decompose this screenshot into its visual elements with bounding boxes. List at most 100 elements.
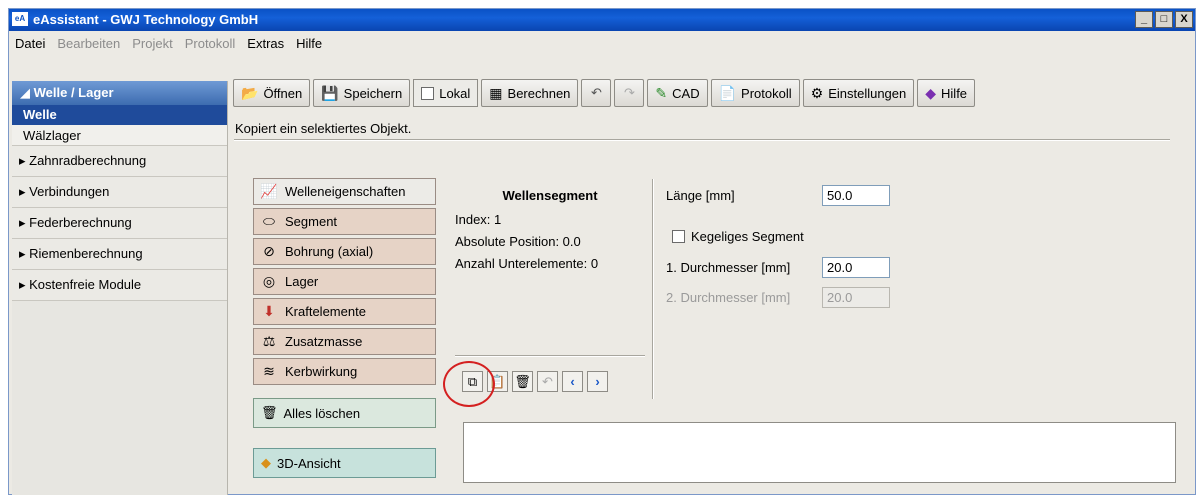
window-controls: _ □ X: [1135, 11, 1193, 28]
bearing-icon: ◎: [262, 273, 276, 289]
category-label: Kostenfreie Module: [29, 277, 142, 292]
element-buttons: 📈 Welleneigenschaften ⬭ Segment ⊘ Bohrung (…: [253, 178, 436, 388]
sidebar-category-verbindungen[interactable]: ▸ Verbindungen: [12, 177, 227, 208]
conical-checkbox[interactable]: Kegeliges Segment: [672, 229, 804, 244]
menu-projekt[interactable]: Projekt: [126, 36, 178, 51]
button-label: Welleneigenschaften: [285, 184, 406, 199]
bore-icon: ⊘: [263, 243, 275, 259]
undo-icon[interactable]: ↶: [537, 371, 558, 392]
open-label: Öffnen: [263, 85, 303, 101]
help-book-icon: ◆: [925, 84, 937, 101]
segment-abs-position: Absolute Position: 0.0: [455, 234, 581, 249]
button-label: Kerbwirkung: [285, 364, 358, 379]
segment-index: Index: 1: [455, 212, 502, 227]
length-label: Länge [mm]: [666, 188, 735, 203]
protocol-button[interactable]: 📄 Protokoll: [710, 79, 800, 107]
undo-button[interactable]: ↶: [581, 79, 612, 107]
button-label: Bohrung (axial): [285, 244, 374, 259]
zusatzmasse-button[interactable]: ⚖ Zusatzmasse: [253, 328, 436, 355]
app-icon: eA: [12, 12, 28, 26]
button-label: Zusatzmasse: [285, 334, 363, 349]
settings-button[interactable]: ⚙ Einstellungen: [802, 79, 915, 107]
trash-icon: 🗑: [261, 405, 278, 420]
chart-icon: 📈: [260, 183, 278, 199]
sidebar-category-feder[interactable]: ▸ Federberechnung: [12, 208, 227, 239]
next-icon[interactable]: ›: [587, 371, 608, 392]
title-bar: eA eAssistant - GWJ Technology GmbH _ □ …: [9, 9, 1195, 31]
settings-label: Einstellungen: [828, 85, 907, 101]
help-button[interactable]: ◆ Hilfe: [917, 79, 976, 107]
local-checkbox[interactable]: Lokal: [413, 79, 479, 107]
sidebar: ◢ Welle / Lager Welle Wälzlager ▸ Zahnra…: [12, 81, 228, 495]
3d-view-button[interactable]: ◆ 3D-Ansicht: [253, 448, 436, 478]
save-label: Speichern: [343, 85, 403, 101]
protocol-label: Protokoll: [741, 85, 792, 101]
calculate-label: Berechnen: [507, 85, 571, 101]
diameter1-field[interactable]: 20.0: [822, 257, 890, 278]
length-field[interactable]: 50.0: [822, 185, 890, 206]
welleneigenschaften-button[interactable]: 📈 Welleneigenschaften: [253, 178, 436, 205]
button-label: Kraftelemente: [285, 304, 366, 319]
document-icon: 📄: [718, 84, 737, 101]
maximize-button[interactable]: □: [1155, 11, 1173, 28]
menu-bar: Datei Bearbeiten Projekt Protokoll Extra…: [9, 31, 1195, 55]
divider: [234, 139, 1170, 141]
calculate-button[interactable]: ▦ Berechnen: [481, 79, 579, 107]
segment-title: Wellensegment: [502, 188, 598, 203]
kerbwirkung-button[interactable]: ≋ Kerbwirkung: [253, 358, 436, 385]
delete-icon[interactable]: 🗑: [512, 371, 533, 392]
category-label: Riemenberechnung: [29, 246, 143, 261]
minimize-button[interactable]: _: [1135, 11, 1153, 28]
window-title: eAssistant - GWJ Technology GmbH: [33, 12, 259, 27]
diameter2-field[interactable]: 20.0: [822, 287, 890, 308]
kraftelemente-button[interactable]: ⬇ Kraftelemente: [253, 298, 436, 325]
close-button[interactable]: X: [1175, 11, 1193, 28]
help-label: Hilfe: [941, 85, 968, 101]
divider: [455, 355, 645, 357]
category-label: Federberechnung: [29, 215, 132, 230]
settings-icon: ⚙: [810, 84, 824, 101]
segment-sub-count: Anzahl Unterelemente: 0: [455, 256, 599, 271]
menu-hilfe[interactable]: Hilfe: [290, 36, 328, 51]
status-text: Kopiert ein selektiertes Objekt.: [235, 121, 412, 136]
sidebar-category-riemen[interactable]: ▸ Riemenberechnung: [12, 239, 227, 270]
highlight-circle: [443, 361, 495, 407]
disk-icon: 💾: [321, 84, 339, 101]
category-label: Zahnradberechnung: [29, 153, 147, 168]
local-label: Lokal: [439, 85, 471, 101]
calculator-icon: ▦: [489, 84, 503, 101]
redo-button[interactable]: ↷: [614, 79, 645, 107]
weight-icon: ⚖: [262, 333, 276, 349]
toolbar: 📂 Öffnen 💾 Speichern Lokal ▦ Berechnen ↶ ↷ …: [233, 79, 976, 107]
sidebar-group-welle-lager[interactable]: ◢ Welle / Lager: [12, 81, 227, 105]
menu-bearbeiten[interactable]: Bearbeiten: [51, 36, 126, 51]
previous-icon[interactable]: ‹: [562, 371, 583, 392]
output-area: [463, 422, 1176, 483]
clear-all-button[interactable]: 🗑 Alles löschen: [253, 398, 436, 428]
checkbox-icon: [421, 86, 435, 100]
lager-button[interactable]: ◎ Lager: [253, 268, 436, 295]
diameter1-label: 1. Durchmesser [mm]: [666, 260, 791, 275]
sidebar-category-zahnrad[interactable]: ▸ Zahnradberechnung: [12, 146, 227, 177]
button-label: Lager: [285, 274, 319, 289]
cad-button[interactable]: ✎ CAD: [647, 79, 708, 107]
sidebar-item-welle[interactable]: Welle: [12, 105, 227, 125]
diameter2-label: 2. Durchmesser [mm]: [666, 290, 791, 305]
segment-info-panel: Wellensegment Index: 1 Absolute Position…: [455, 188, 645, 275]
segment-button[interactable]: ⬭ Segment: [253, 208, 436, 235]
force-icon: ⬇: [263, 303, 275, 319]
conical-label: Kegeliges Segment: [691, 229, 804, 244]
menu-protokoll[interactable]: Protokoll: [179, 36, 242, 51]
menu-extras[interactable]: Extras: [241, 36, 290, 51]
save-button[interactable]: 💾 Speichern: [313, 79, 411, 107]
folder-open-icon: 📂: [241, 84, 259, 101]
bohrung-button[interactable]: ⊘ Bohrung (axial): [253, 238, 436, 265]
cad-label: CAD: [672, 85, 700, 101]
sidebar-category-kostenfrei[interactable]: ▸ Kostenfreie Module: [12, 270, 227, 301]
button-label: Segment: [285, 214, 338, 229]
open-button[interactable]: 📂 Öffnen: [233, 79, 311, 107]
checkbox-icon: [672, 230, 685, 243]
menu-datei[interactable]: Datei: [9, 36, 51, 51]
sidebar-item-waelzlager[interactable]: Wälzlager: [12, 125, 227, 146]
cad-icon: ✎: [655, 84, 668, 101]
